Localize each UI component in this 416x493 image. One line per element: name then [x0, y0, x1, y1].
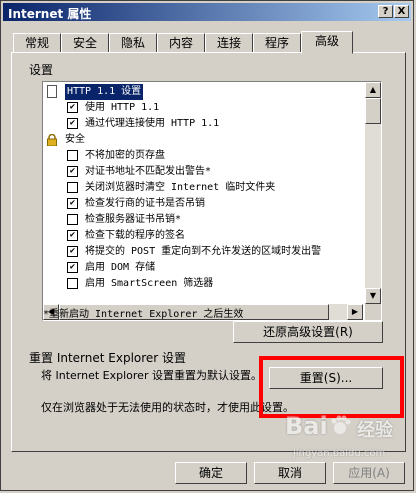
tab-security[interactable]: 安全: [61, 33, 109, 53]
list-item[interactable]: ✔ 使用 HTTP 1.1: [43, 100, 363, 116]
checkbox-unchecked-icon[interactable]: [67, 150, 78, 161]
checkbox-unchecked-icon[interactable]: [67, 182, 78, 193]
tab-content[interactable]: 内容: [157, 33, 205, 53]
page-icon: [47, 85, 57, 98]
list-item[interactable]: ✔ 启用 DOM 存储: [43, 260, 363, 276]
list-item-label: 不将加密的页存盘: [85, 150, 165, 161]
ok-button[interactable]: 确定: [175, 462, 247, 484]
list-item-label: 将提交的 POST 重定向到不允许发送的区域时发出警: [85, 246, 322, 257]
tab-privacy[interactable]: 隐私: [109, 33, 157, 53]
reset-description: 将 Internet Explorer 设置重置为默认设置。: [41, 369, 262, 382]
checkbox-checked-icon[interactable]: ✔: [67, 246, 78, 257]
checkbox-checked-icon[interactable]: ✔: [67, 118, 78, 129]
list-item-label: 启用 DOM 存储: [85, 262, 156, 273]
reset-group-label: 重置 Internet Explorer 设置: [29, 351, 187, 365]
list-item[interactable]: ✔ 通过代理连接使用 HTTP 1.1: [43, 116, 363, 132]
list-item-label: 检查发行商的证书是否吊销: [85, 198, 205, 209]
tab-advanced[interactable]: 高级: [301, 31, 353, 54]
checkbox-checked-icon[interactable]: ✔: [67, 230, 78, 241]
list-item-label: 关闭浏览器时清空 Internet 临时文件夹: [85, 182, 276, 193]
list-item-label: 通过代理连接使用 HTTP 1.1: [85, 118, 220, 129]
checkbox-checked-icon[interactable]: ✔: [67, 166, 78, 177]
list-item-label: 对证书地址不匹配发出警告*: [85, 166, 212, 177]
list-item-label: 启用 SmartScreen 筛选器: [85, 278, 214, 289]
list-item[interactable]: 检查服务器证书吊销*: [43, 212, 363, 228]
paw-icon: [329, 414, 351, 436]
list-item[interactable]: 安全: [43, 132, 363, 148]
vertical-scrollbar[interactable]: ▲ ▼: [365, 82, 381, 304]
watermark-brand: Bai: [285, 412, 328, 440]
checkbox-checked-icon[interactable]: ✔: [67, 198, 78, 209]
list-item-label: HTTP 1.1 设置: [65, 84, 144, 100]
scrollbar-corner: [365, 304, 381, 320]
scroll-right-icon[interactable]: ▶: [347, 304, 363, 320]
list-item[interactable]: HTTP 1.1 设置: [43, 84, 363, 100]
settings-group-label: 设置: [29, 63, 54, 77]
title-bar[interactable]: Internet 属性 ? X: [3, 3, 411, 21]
list-item-label: 检查服务器证书吊销*: [85, 214, 182, 225]
scroll-down-icon[interactable]: ▼: [365, 288, 381, 304]
list-item[interactable]: 不将加密的页存盘: [43, 148, 363, 164]
list-item[interactable]: ✔ 检查发行商的证书是否吊销: [43, 196, 363, 212]
restore-advanced-settings-button[interactable]: 还原高级设置(R): [233, 321, 383, 343]
help-button[interactable]: ?: [378, 5, 393, 18]
baidu-watermark: Bai 经验 jingyan.baidu.com: [261, 406, 411, 476]
window-title: Internet 属性: [8, 7, 92, 21]
restart-note: *重新启动 Internet Explorer 之后生效: [43, 309, 244, 320]
list-item[interactable]: ✔ 将提交的 POST 重定向到不允许发送的区域时发出警: [43, 244, 363, 260]
scroll-up-icon[interactable]: ▲: [365, 82, 381, 98]
list-item-label: 使用 HTTP 1.1: [85, 102, 160, 113]
internet-properties-dialog: Internet 属性 ? X 常规 安全 隐私 内容 连接 程序 高级 设置 …: [0, 0, 414, 491]
checkbox-checked-icon[interactable]: ✔: [67, 262, 78, 273]
tab-strip: 常规 安全 隐私 内容 连接 程序 高级: [11, 31, 407, 54]
settings-list[interactable]: HTTP 1.1 设置 ✔ 使用 HTTP 1.1 ✔ 通过代理连接使用 HTT…: [42, 81, 382, 321]
list-item-label: 检查下载的程序的签名: [85, 230, 185, 241]
tab-connections[interactable]: 连接: [205, 33, 253, 53]
watermark-url: jingyan.baidu.com: [293, 448, 386, 459]
checkbox-checked-icon[interactable]: ✔: [67, 102, 78, 113]
list-item[interactable]: ✔ 对证书地址不匹配发出警告*: [43, 164, 363, 180]
reset-note: 仅在浏览器处于无法使用的状态时，才使用此设置。: [41, 401, 294, 414]
checkbox-unchecked-icon[interactable]: [67, 214, 78, 225]
list-item[interactable]: 启用 SmartScreen 筛选器: [43, 276, 363, 292]
watermark-brand-suffix: 经验: [357, 420, 393, 441]
vertical-scroll-thumb[interactable]: [365, 98, 381, 124]
list-item-label: 安全: [65, 134, 85, 145]
list-item[interactable]: ✔ 检查下载的程序的签名: [43, 228, 363, 244]
close-button[interactable]: X: [394, 5, 409, 18]
tab-programs[interactable]: 程序: [253, 33, 301, 53]
list-item[interactable]: 关闭浏览器时清空 Internet 临时文件夹: [43, 180, 363, 196]
tab-general[interactable]: 常规: [13, 33, 61, 53]
checkbox-unchecked-icon[interactable]: [67, 278, 78, 289]
lock-icon: [46, 133, 58, 147]
